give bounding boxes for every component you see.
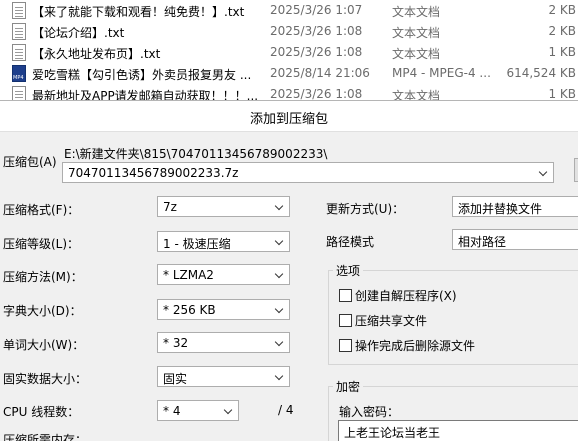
update-mode-label: 更新方式(U)： (326, 202, 405, 216)
file-row[interactable]: 爱吃雪糕【勾引色诱】外卖员报复男友 ... 2025/8/14 21:06 MP… (0, 63, 578, 84)
file-name: 【来了就能下载和观看！纯免费！】.txt (32, 5, 245, 19)
file-row[interactable]: 【来了就能下载和观看！纯免费！】.txt 2025/3/26 1:07 文本文档… (0, 0, 578, 21)
format-value: 7z (163, 200, 177, 214)
file-name: 【永久地址发布页】.txt (32, 47, 161, 61)
text-document-icon (12, 44, 26, 61)
method-value: * LZMA2 (163, 268, 214, 282)
file-date: 2025/3/26 1:08 (270, 45, 363, 59)
path-mode-label: 路径模式 (326, 235, 375, 249)
file-size: 614,524 KB (506, 66, 576, 80)
update-mode-value: 添加并替换文件 (458, 202, 543, 216)
file-type: 文本文档 (392, 47, 441, 61)
password-input[interactable]: 上老王论坛当老王 (338, 420, 578, 441)
create-sfx-label: 创建自解压程序(X) (355, 289, 457, 303)
chevron-down-icon (275, 235, 285, 247)
archive-name-combo[interactable]: 70470113456789002233.7z (62, 162, 554, 183)
update-mode-combo[interactable]: 添加并替换文件 (452, 196, 578, 217)
chevron-down-icon (275, 200, 285, 212)
file-name: 爱吃雪糕【勾引色诱】外卖员报复男友 ... (32, 68, 252, 82)
format-label: 压缩格式(F)： (3, 203, 80, 217)
browse-button[interactable] (574, 158, 578, 182)
file-size: 1 KB (548, 45, 576, 59)
file-size: 2 KB (548, 24, 576, 38)
word-size-value: * 32 (163, 336, 189, 350)
chevron-down-icon (275, 268, 285, 280)
word-size-label: 单词大小(W)： (3, 338, 85, 352)
delete-after-label: 操作完成后删除源文件 (355, 339, 476, 353)
compress-shared-label: 压缩共享文件 (355, 314, 428, 328)
word-size-combo[interactable]: * 32 (157, 332, 290, 353)
dictionary-size-combo[interactable]: * 256 KB (157, 299, 290, 320)
text-document-icon (12, 23, 26, 40)
archive-path: E:\新建文件夹\815\70470113456789002233\ (64, 147, 328, 161)
create-sfx-checkbox[interactable] (339, 289, 352, 302)
chevron-down-icon (539, 166, 549, 178)
file-date: 2025/3/26 1:08 (270, 24, 363, 38)
file-date: 2025/3/26 1:08 (270, 87, 363, 101)
archive-label: 压缩包(A) (3, 155, 57, 169)
delete-after-checkbox[interactable] (339, 339, 352, 352)
level-value: 1 - 极速压缩 (163, 237, 231, 251)
solid-block-size-value: 固实 (163, 372, 188, 386)
dictionary-size-value: * 256 KB (163, 303, 216, 317)
dialog-titlebar[interactable]: 添加到压缩包 (0, 101, 578, 132)
file-date: 2025/8/14 21:06 (270, 66, 370, 80)
chevron-down-icon (275, 303, 285, 315)
file-list: 【来了就能下载和观看！纯免费！】.txt 2025/3/26 1:07 文本文档… (0, 0, 578, 103)
file-type: 文本文档 (392, 26, 441, 40)
archive-name-value: 70470113456789002233.7z (68, 166, 239, 180)
cpu-threads-value: * 4 (163, 404, 181, 418)
file-row[interactable]: 【永久地址发布页】.txt 2025/3/26 1:08 文本文档 1 KB (0, 42, 578, 63)
file-size: 2 KB (548, 3, 576, 17)
cpu-threads-label: CPU 线程数： (3, 405, 80, 419)
password-label: 输入密码： (339, 405, 400, 419)
text-document-icon (12, 2, 26, 19)
cpu-threads-combo[interactable]: * 4 (157, 400, 239, 421)
file-type: MP4 - MPEG-4 ... (392, 66, 491, 80)
add-to-archive-dialog: 添加到压缩包 压缩包(A) E:\新建文件夹\815\7047011345678… (0, 100, 578, 441)
chevron-down-icon (275, 370, 285, 382)
method-combo[interactable]: * LZMA2 (157, 264, 290, 285)
level-combo[interactable]: 1 - 极速压缩 (157, 231, 290, 252)
compress-shared-checkbox[interactable] (339, 314, 352, 327)
password-value: 上老王论坛当老王 (344, 426, 441, 440)
solid-block-size-combo[interactable]: 固实 (157, 366, 290, 387)
format-combo[interactable]: 7z (157, 196, 290, 217)
file-name: 【论坛介绍】.txt (32, 26, 125, 40)
mp4-video-icon (12, 65, 26, 82)
file-size: 1 KB (548, 87, 576, 101)
file-date: 2025/3/26 1:07 (270, 3, 363, 17)
path-mode-value: 相对路径 (458, 235, 507, 249)
dialog-title: 添加到压缩包 (249, 112, 328, 127)
chevron-down-icon (224, 404, 234, 416)
cpu-threads-total: / 4 (278, 403, 294, 417)
file-row[interactable]: 【论坛介绍】.txt 2025/3/26 1:08 文本文档 2 KB (0, 21, 578, 42)
file-type: 文本文档 (392, 5, 441, 19)
dictionary-size-label: 字典大小(D)： (3, 304, 82, 318)
options-group-title: 选项 (333, 262, 364, 279)
chevron-down-icon (275, 336, 285, 348)
solid-block-size-label: 固实数据大小： (3, 372, 88, 386)
method-label: 压缩方法(M)： (3, 270, 83, 284)
level-label: 压缩等级(L)： (3, 237, 80, 251)
memory-usage-label: 压缩所需内存： (3, 433, 88, 441)
path-mode-combo[interactable]: 相对路径 (452, 229, 578, 250)
encryption-group-title: 加密 (333, 378, 364, 395)
